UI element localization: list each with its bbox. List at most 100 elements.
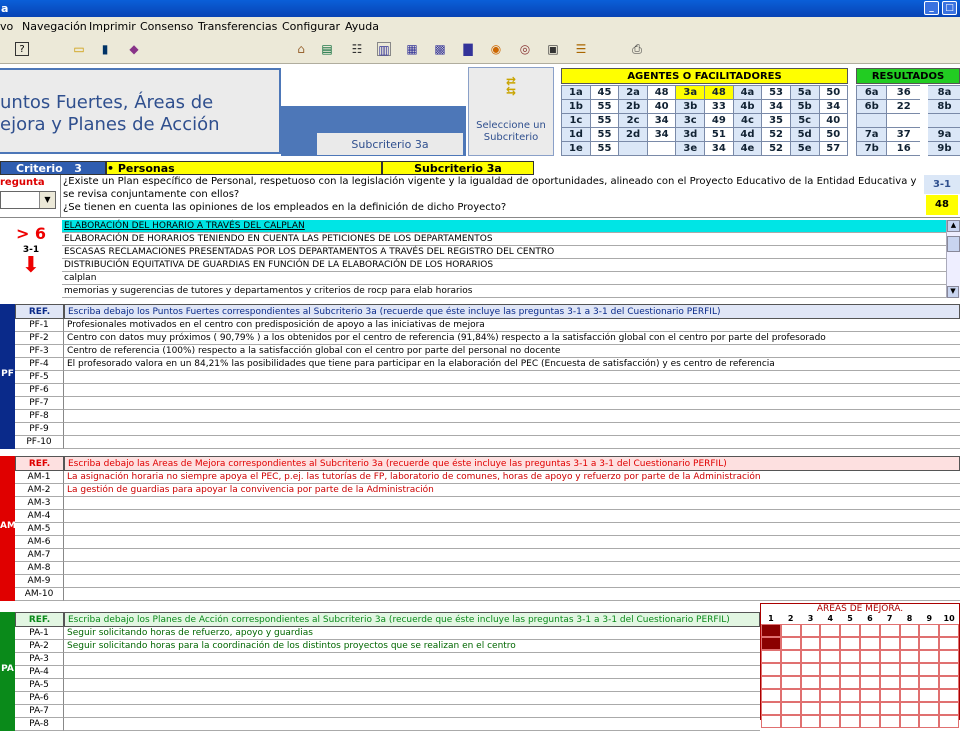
agentes-code-cell[interactable]: 5b	[790, 100, 819, 114]
am-text-cell[interactable]	[64, 562, 960, 575]
evidence-item[interactable]: ESCASAS RECLAMACIONES PRESENTADAS POR LO…	[62, 246, 946, 259]
table-icon[interactable]: ▩	[433, 42, 447, 56]
areas-cell[interactable]	[761, 624, 781, 637]
am-text-cell[interactable]	[64, 497, 960, 510]
areas-cell[interactable]	[820, 689, 840, 702]
areas-cell[interactable]	[761, 702, 781, 715]
menu-transferencias[interactable]: Transferencias	[198, 17, 277, 36]
home-icon[interactable]: ⌂	[294, 42, 308, 56]
scroll-thumb[interactable]	[947, 236, 960, 252]
areas-cell[interactable]	[939, 715, 959, 728]
areas-cell[interactable]	[761, 650, 781, 663]
am-text-cell[interactable]: La gestión de guardias para apoyar la co…	[64, 484, 960, 497]
scroll-up-icon[interactable]: ▲	[947, 220, 960, 232]
bar-chart-icon[interactable]: ▇	[461, 42, 475, 56]
areas-cell[interactable]	[781, 663, 801, 676]
pa-text-cell[interactable]	[64, 705, 760, 718]
areas-cell[interactable]	[880, 715, 900, 728]
agentes-code-cell[interactable]: 2d	[619, 128, 648, 142]
resultados-code-cell[interactable]	[857, 114, 887, 128]
areas-cell[interactable]	[801, 715, 821, 728]
menu-imprimir[interactable]: Imprimir	[89, 17, 136, 36]
book-icon[interactable]: ◆	[127, 42, 141, 56]
pf-text-cell[interactable]: Profesionales motivados en el centro con…	[64, 319, 960, 332]
cd-icon[interactable]: ◎	[518, 42, 532, 56]
menu-navegacion[interactable]: Navegación	[22, 17, 87, 36]
agentes-code-cell[interactable]: 3c	[676, 114, 705, 128]
evidence-item[interactable]: DISTRIBUCIÓN EQUITATIVA DE GUARDIAS EN F…	[62, 259, 946, 272]
areas-cell[interactable]	[801, 676, 821, 689]
people-icon[interactable]: ☰	[574, 42, 588, 56]
areas-cell[interactable]	[820, 650, 840, 663]
areas-cell[interactable]	[860, 676, 880, 689]
am-text-cell[interactable]	[64, 523, 960, 536]
areas-cell[interactable]	[919, 689, 939, 702]
agentes-code-cell[interactable]: 5c	[790, 114, 819, 128]
areas-cell[interactable]	[880, 637, 900, 650]
resultados-code-cell[interactable]: 9b	[924, 142, 960, 156]
print-icon[interactable]: ⎙	[630, 42, 644, 56]
areas-cell[interactable]	[939, 637, 959, 650]
areas-cell[interactable]	[919, 676, 939, 689]
areas-cell[interactable]	[801, 689, 821, 702]
agentes-code-cell[interactable]: 4b	[733, 100, 762, 114]
areas-cell[interactable]	[761, 715, 781, 728]
areas-cell[interactable]	[900, 702, 920, 715]
pf-text-cell[interactable]	[64, 384, 960, 397]
door-icon[interactable]: ▮	[98, 42, 112, 56]
areas-cell[interactable]	[860, 689, 880, 702]
resultados-code-cell[interactable]: 9a	[924, 128, 960, 142]
am-text-cell[interactable]: La asignación horaria no siempre apoya e…	[64, 471, 960, 484]
maximize-button[interactable]: □	[942, 1, 957, 15]
areas-cell[interactable]	[900, 715, 920, 728]
areas-cell[interactable]	[781, 637, 801, 650]
areas-cell[interactable]	[820, 715, 840, 728]
pa-text-cell[interactable]	[64, 692, 760, 705]
areas-cell[interactable]	[860, 663, 880, 676]
areas-cell[interactable]	[919, 715, 939, 728]
agentes-code-cell[interactable]: 1c	[562, 114, 591, 128]
agentes-code-cell[interactable]: 4c	[733, 114, 762, 128]
areas-cell[interactable]	[761, 637, 781, 650]
agentes-code-cell[interactable]: 1b	[562, 100, 591, 114]
agentes-code-cell[interactable]: 2b	[619, 100, 648, 114]
tree-icon[interactable]: ☷	[350, 42, 364, 56]
pf-text-cell[interactable]	[64, 436, 960, 449]
areas-cell[interactable]	[801, 702, 821, 715]
areas-cell[interactable]	[781, 676, 801, 689]
agentes-code-cell[interactable]: 2a	[619, 86, 648, 100]
areas-cell[interactable]	[939, 624, 959, 637]
agentes-code-cell[interactable]: 5e	[790, 142, 819, 156]
agentes-code-cell[interactable]: 4e	[733, 142, 762, 156]
areas-cell[interactable]	[820, 702, 840, 715]
areas-cell[interactable]	[939, 663, 959, 676]
areas-cell[interactable]	[880, 650, 900, 663]
menu-ayuda[interactable]: Ayuda	[345, 17, 379, 36]
areas-cell[interactable]	[919, 702, 939, 715]
target-icon[interactable]: ◉	[489, 42, 503, 56]
areas-cell[interactable]	[820, 624, 840, 637]
areas-cell[interactable]	[900, 663, 920, 676]
areas-cell[interactable]	[939, 689, 959, 702]
pa-text-cell[interactable]	[64, 679, 760, 692]
areas-cell[interactable]	[761, 663, 781, 676]
evidence-item[interactable]: ELABORACIÓN DEL HORARIO A TRAVÉS DEL CAL…	[62, 220, 946, 233]
areas-cell[interactable]	[761, 689, 781, 702]
pa-text-cell[interactable]: Seguir solicitando horas para la coordin…	[64, 640, 760, 653]
resultados-code-cell[interactable]: 8a	[924, 86, 960, 100]
areas-cell[interactable]	[801, 637, 821, 650]
am-text-cell[interactable]	[64, 588, 960, 601]
resultados-code-cell[interactable]: 6a	[857, 86, 887, 100]
areas-cell[interactable]	[840, 676, 860, 689]
areas-cell[interactable]	[880, 702, 900, 715]
am-text-cell[interactable]	[64, 536, 960, 549]
pf-text-cell[interactable]	[64, 397, 960, 410]
agentes-code-cell[interactable]: 5d	[790, 128, 819, 142]
pregunta-select[interactable]: ▼	[0, 191, 56, 209]
agentes-code-cell[interactable]: 3d	[676, 128, 705, 142]
areas-cell[interactable]	[939, 676, 959, 689]
am-text-cell[interactable]	[64, 575, 960, 588]
areas-cell[interactable]	[880, 663, 900, 676]
select-subcriterio-button[interactable]: ⇄⇆ Seleccione un Subcriterio	[468, 67, 554, 156]
areas-cell[interactable]	[919, 624, 939, 637]
